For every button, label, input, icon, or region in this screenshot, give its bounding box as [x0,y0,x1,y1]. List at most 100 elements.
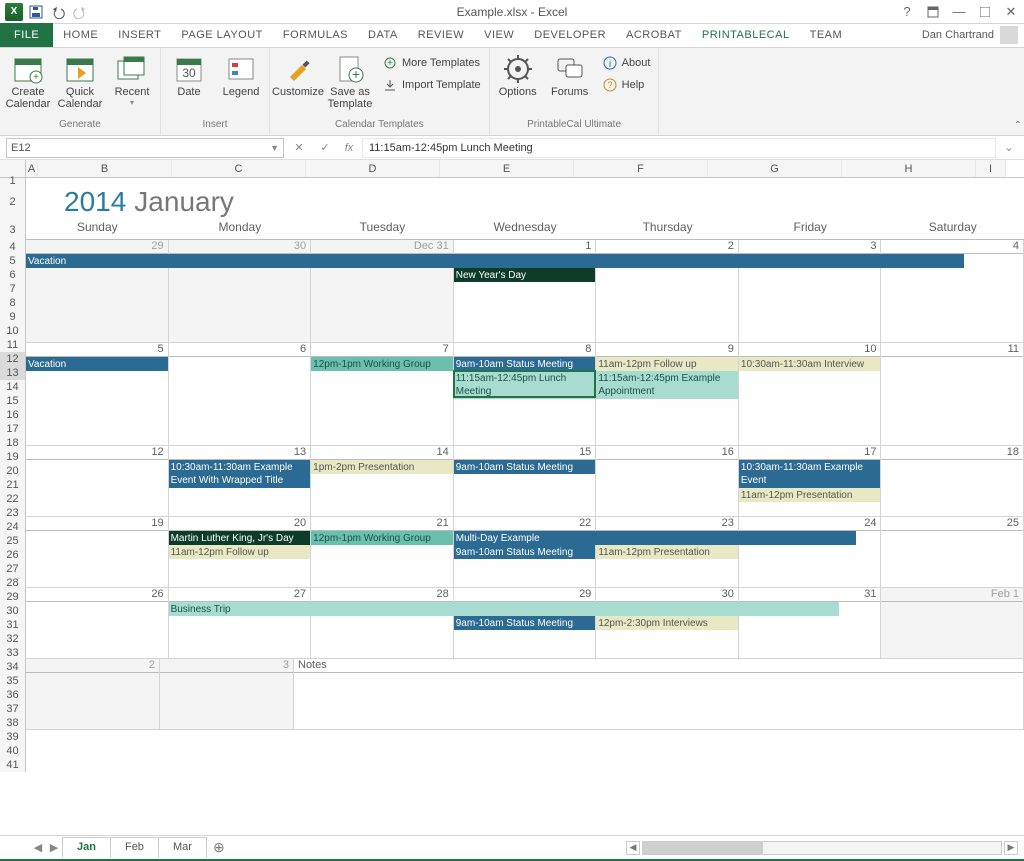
row-header[interactable]: 38 [0,716,26,730]
date-cell[interactable]: 23 [596,517,738,531]
calendar-event[interactable]: 12pm-2:30pm Interviews [596,616,738,630]
calendar-event[interactable]: Vacation [26,357,168,371]
date-cell[interactable]: 15 [454,446,596,460]
row-header[interactable]: 29 [0,590,26,604]
redo-icon[interactable] [70,2,90,22]
user-account[interactable]: Dan Chartrand [922,26,1018,44]
more-templates-button[interactable]: +More Templates [378,53,485,73]
tab-page-layout[interactable]: PAGE LAYOUT [171,23,273,47]
fx-icon[interactable]: fx [340,142,358,154]
calendar-event[interactable]: 12pm-1pm Working Group [311,357,453,371]
row-header[interactable]: 6 [0,268,26,282]
date-cell[interactable]: 5 [26,343,168,357]
col-header[interactable]: G [708,160,842,177]
date-cell[interactable]: 21 [311,517,453,531]
calendar-event[interactable]: 9am-10am Status Meeting [454,616,596,630]
accept-formula-icon[interactable]: ✓ [314,138,336,158]
row-header[interactable]: 3 [0,220,26,240]
date-cell[interactable]: 4 [881,240,1023,254]
tab-acrobat[interactable]: ACROBAT [616,23,692,47]
calendar-event[interactable]: 11am-12pm Presentation [739,488,881,502]
row-header[interactable]: 17 [0,422,26,436]
row-header[interactable]: 36 [0,688,26,702]
row-header[interactable]: 32 [0,632,26,646]
calendar-event[interactable]: 9am-10am Status Meeting [454,545,596,559]
row-header[interactable]: 37 [0,702,26,716]
row-header[interactable]: 22 [0,492,26,506]
forums-button[interactable]: Forums [546,51,594,119]
undo-icon[interactable] [48,2,68,22]
date-cell[interactable]: 10 [739,343,881,357]
save-as-template-button[interactable]: +Save asTemplate [326,51,374,119]
row-header[interactable]: 8 [0,296,26,310]
sheet-nav-next-icon[interactable]: ▶ [46,841,62,854]
calendar-event[interactable]: 9am-10am Status Meeting [454,357,596,371]
date-cell[interactable]: 9 [596,343,738,357]
ribbon-display-options-icon[interactable] [924,3,942,21]
calendar-event[interactable]: 11am-12pm Follow up [596,357,738,371]
date-cell[interactable]: 7 [311,343,453,357]
about-button[interactable]: iAbout [598,53,655,73]
collapse-ribbon-icon[interactable]: ˆ [1016,119,1020,133]
calendar-event[interactable]: 11:15am-12:45pm Example Appointment [596,371,738,399]
calendar-event[interactable]: 1pm-2pm Presentation [311,460,453,474]
row-header[interactable]: 27 [0,562,26,576]
row-header[interactable]: 26 [0,548,26,562]
row-header[interactable]: 15 [0,394,26,408]
col-header[interactable]: H [842,160,976,177]
row-header[interactable]: 11 [0,338,26,352]
tab-view[interactable]: VIEW [474,23,524,47]
date-cell[interactable]: 29 [26,240,168,254]
minimize-icon[interactable]: — [950,3,968,21]
date-cell[interactable]: 31 [739,588,881,602]
row-header[interactable]: 41 [0,758,26,772]
name-box[interactable]: E12 ▼ [6,138,284,158]
legend-button[interactable]: Legend [217,51,265,119]
create-calendar-button[interactable]: +CreateCalendar [4,51,52,119]
add-sheet-button[interactable]: ⊕ [206,839,232,856]
expand-formula-icon[interactable]: ⌄ [1000,141,1018,154]
date-cell[interactable]: 17 [739,446,881,460]
date-cell[interactable]: 29 [454,588,596,602]
calendar-event[interactable]: Martin Luther King, Jr's Day [169,531,311,545]
date-cell[interactable]: 1 [454,240,596,254]
date-cell[interactable]: 14 [311,446,453,460]
tab-review[interactable]: REVIEW [408,23,474,47]
sheet-tab-jan[interactable]: Jan [62,837,111,858]
row-header[interactable]: 20 [0,464,26,478]
scroll-right-icon[interactable]: ▶ [1004,841,1018,855]
tab-file[interactable]: FILE [0,23,53,47]
sheet-tab-mar[interactable]: Mar [158,837,207,858]
row-header[interactable]: 39 [0,730,26,744]
date-cell[interactable]: 24 [739,517,881,531]
date-cell[interactable]: 30 [169,240,311,254]
date-cell[interactable]: 11 [881,343,1023,357]
row-header[interactable]: 9 [0,310,26,324]
formula-input[interactable]: 11:15am-12:45pm Lunch Meeting [362,138,996,158]
date-cell[interactable]: 3 [739,240,881,254]
col-header[interactable]: B [38,160,172,177]
row-header[interactable]: 25 [0,534,26,548]
row-header[interactable]: 31 [0,618,26,632]
options-button[interactable]: Options [494,51,542,119]
col-header[interactable]: E [440,160,574,177]
calendar-event[interactable]: 9am-10am Status Meeting [454,460,596,474]
col-header[interactable]: I [976,160,1006,177]
row-header[interactable]: 4 [0,240,26,254]
save-icon[interactable] [26,2,46,22]
date-cell[interactable]: 8 [454,343,596,357]
dropdown-icon[interactable]: ▼ [270,143,279,153]
tab-formulas[interactable]: FORMULAS [273,23,358,47]
tab-team[interactable]: TEAM [800,23,853,47]
row-header[interactable]: 14 [0,380,26,394]
date-cell[interactable]: 27 [169,588,311,602]
help-icon[interactable]: ? [898,3,916,21]
calendar-event[interactable]: 10:30am-11:30am Example Event [739,460,881,488]
sheet-canvas[interactable]: 2014 January SundayMondayTuesdayWednesda… [26,178,1024,835]
close-icon[interactable]: ✕ [1002,3,1020,21]
tab-developer[interactable]: DEVELOPER [524,23,616,47]
row-header[interactable]: 2 [0,184,26,220]
date-cell[interactable]: Dec 31 [311,240,453,254]
calendar-event[interactable]: 11am-12pm Presentation [596,545,738,559]
date-cell[interactable]: 20 [169,517,311,531]
